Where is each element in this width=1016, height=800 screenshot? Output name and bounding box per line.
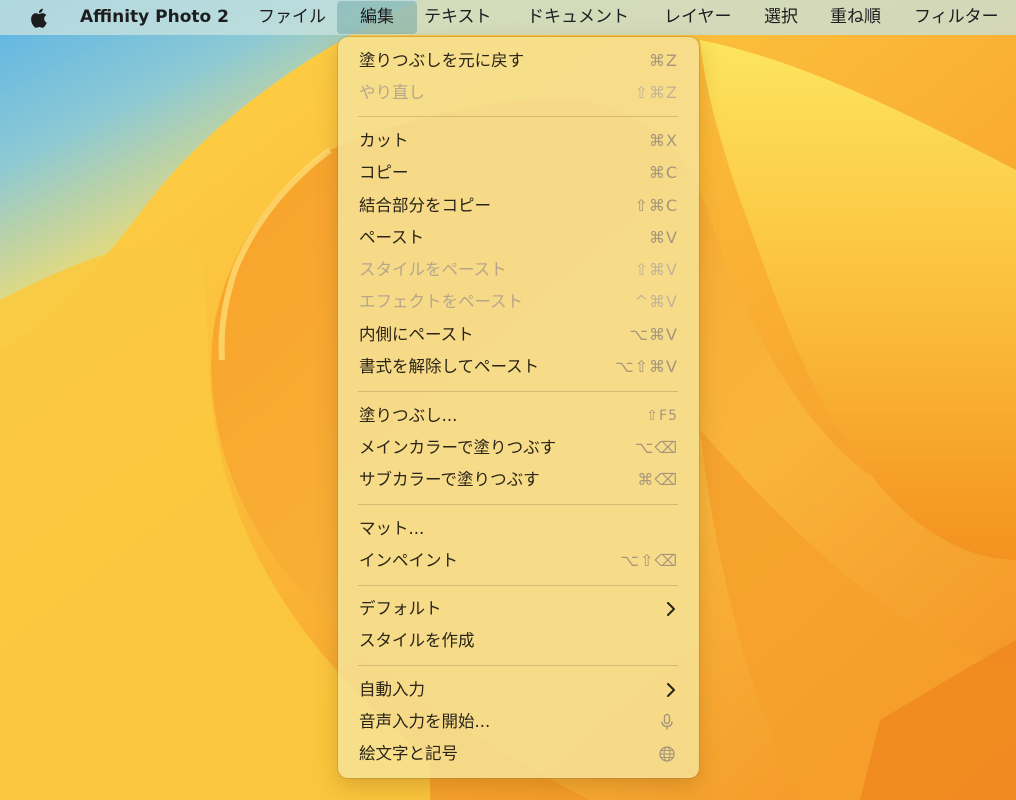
menu-app-name[interactable]: Affinity Photo 2 <box>80 0 229 35</box>
menu-file[interactable]: ファイル <box>258 0 326 35</box>
chevron-right-icon <box>667 602 675 616</box>
menu-edit[interactable]: 編集 <box>337 1 417 34</box>
menu-layer[interactable]: レイヤー <box>664 0 732 35</box>
menu-item-label: デフォルト <box>359 599 442 618</box>
menu-item-create-style[interactable]: スタイルを作成 <box>347 626 690 656</box>
menu-item-cut[interactable]: カット ⌘X <box>347 126 690 156</box>
menu-item-label: カット <box>359 131 409 150</box>
menu-item-redo[interactable]: やり直し ⇧⌘Z <box>347 78 690 108</box>
menu-item-label: メインカラーで塗りつぶす <box>359 438 557 457</box>
menu-separator <box>358 391 678 392</box>
menu-item-emoji-symbols[interactable]: 絵文字と記号 <box>347 739 690 769</box>
menu-item-label: 書式を解除してペースト <box>359 357 540 376</box>
shortcut-label: ⌥⌫ <box>634 438 678 457</box>
menu-item-start-dictation[interactable]: 音声入力を開始... <box>347 707 690 737</box>
shortcut-label: ⇧F5 <box>646 408 678 424</box>
microphone-icon <box>661 713 673 730</box>
menu-item-inpaint[interactable]: インペイント ⌥⇧⌫ <box>347 546 690 576</box>
menu-item-fill[interactable]: 塗りつぶし... ⇧F5 <box>347 401 690 431</box>
menu-item-autofill[interactable]: 自動入力 <box>347 675 690 705</box>
menu-item-label: ペースト <box>359 228 425 247</box>
menu-item-paste-style[interactable]: スタイルをペースト ⇧⌘V <box>347 255 690 285</box>
menu-select[interactable]: 選択 <box>764 0 798 35</box>
menu-item-label: 結合部分をコピー <box>359 196 491 215</box>
menu-separator <box>358 585 678 586</box>
menu-item-label: インペイント <box>359 551 458 570</box>
menu-item-label: 絵文字と記号 <box>359 744 458 763</box>
menu-bar: Affinity Photo 2 ファイル 編集 テキスト ドキュメント レイヤ… <box>0 0 1016 35</box>
menu-item-fill-primary[interactable]: メインカラーで塗りつぶす ⌥⌫ <box>347 433 690 463</box>
shortcut-label: ⇧⌘Z <box>634 83 678 102</box>
shortcut-label: ⌘⌫ <box>637 470 678 489</box>
menu-item-paste-inside[interactable]: 内側にペースト ⌥⌘V <box>347 320 690 350</box>
edit-menu-dropdown: 塗りつぶしを元に戻す ⌘Z やり直し ⇧⌘Z カット ⌘X コピー ⌘C 結合部… <box>338 37 699 778</box>
shortcut-label: ⌘V <box>649 228 678 247</box>
shortcut-label: ⌥⇧⌫ <box>620 551 678 570</box>
menu-item-label: スタイルをペースト <box>359 260 507 279</box>
menu-filter[interactable]: フィルター <box>914 0 999 35</box>
menu-item-label: エフェクトをペースト <box>359 292 524 311</box>
menu-item-label: スタイルを作成 <box>359 631 475 650</box>
menu-item-label: サブカラーで塗りつぶす <box>359 470 540 489</box>
menu-item-matte[interactable]: マット... <box>347 514 690 544</box>
shortcut-label: ⌥⇧⌘V <box>615 357 678 376</box>
menu-item-label: コピー <box>359 163 409 182</box>
menu-item-label: 内側にペースト <box>359 325 474 344</box>
menu-text[interactable]: テキスト <box>424 0 492 35</box>
menu-item-paste[interactable]: ペースト ⌘V <box>347 223 690 253</box>
menu-item-label: 塗りつぶしを元に戻す <box>359 51 525 70</box>
globe-icon <box>659 746 675 762</box>
menu-item-paste-fx[interactable]: エフェクトをペースト ^⌘V <box>347 287 690 317</box>
shortcut-label: ⇧⌘V <box>634 260 678 279</box>
menu-item-fill-secondary[interactable]: サブカラーで塗りつぶす ⌘⌫ <box>347 465 690 495</box>
apple-logo-icon[interactable] <box>29 6 51 30</box>
menu-separator <box>358 504 678 505</box>
shortcut-label: ⌘C <box>648 163 678 182</box>
menu-item-undo-fill[interactable]: 塗りつぶしを元に戻す ⌘Z <box>347 46 690 76</box>
shortcut-label: ⌘X <box>649 131 678 150</box>
shortcut-label: ⇧⌘C <box>634 196 678 215</box>
menu-item-label: 塗りつぶし... <box>359 406 458 425</box>
menu-item-copy-merged[interactable]: 結合部分をコピー ⇧⌘C <box>347 191 690 221</box>
menu-item-label: 音声入力を開始... <box>359 712 491 731</box>
menu-item-copy[interactable]: コピー ⌘C <box>347 158 690 188</box>
menu-separator <box>358 665 678 666</box>
menu-item-label: やり直し <box>359 83 425 102</box>
shortcut-label: ⌘Z <box>649 51 678 70</box>
menu-item-label: マット... <box>359 519 425 538</box>
menu-arrange[interactable]: 重ね順 <box>830 0 881 35</box>
menu-item-defaults[interactable]: デフォルト <box>347 594 690 624</box>
menu-document[interactable]: ドキュメント <box>527 0 629 35</box>
shortcut-label: ^⌘V <box>634 292 678 311</box>
menu-separator <box>358 116 678 117</box>
menu-item-paste-without-format[interactable]: 書式を解除してペースト ⌥⇧⌘V <box>347 352 690 382</box>
menu-item-label: 自動入力 <box>359 680 425 699</box>
shortcut-label: ⌥⌘V <box>629 325 678 344</box>
chevron-right-icon <box>667 683 675 697</box>
